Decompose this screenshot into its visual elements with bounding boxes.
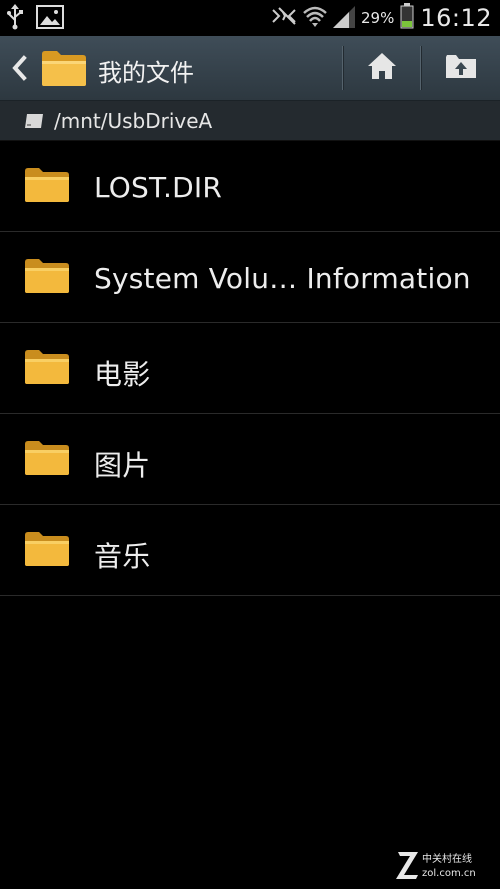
back-chevron-icon[interactable] xyxy=(8,54,32,82)
page-title: 我的文件 xyxy=(98,59,194,87)
breadcrumb: /mnt/UsbDriveA xyxy=(0,101,500,141)
image-notification-icon xyxy=(36,5,64,33)
wifi-icon xyxy=(303,4,327,32)
svg-text:中关村在线: 中关村在线 xyxy=(422,852,472,865)
list-item[interactable]: LOST.DIR xyxy=(0,141,500,232)
list-item[interactable]: 电影 xyxy=(0,323,500,414)
battery-icon xyxy=(400,3,414,33)
drive-icon xyxy=(24,113,44,129)
folder-icon xyxy=(24,531,70,567)
file-name: 电影 xyxy=(94,358,151,391)
file-name: System Volu… Information xyxy=(94,262,471,295)
file-list: LOST.DIR System Volu… Information 电影 图片 … xyxy=(0,141,500,596)
action-bar: 我的文件 xyxy=(0,36,500,101)
file-name: LOST.DIR xyxy=(94,171,222,204)
folder-icon xyxy=(24,258,70,294)
file-name: 图片 xyxy=(94,449,151,482)
battery-percent: 29% xyxy=(360,9,395,27)
up-folder-icon xyxy=(445,53,477,83)
folder-icon xyxy=(24,167,70,203)
home-icon xyxy=(367,52,397,84)
home-button[interactable] xyxy=(344,36,420,100)
nfc-icon xyxy=(271,6,297,30)
current-path: /mnt/UsbDriveA xyxy=(54,109,213,133)
clock: 16:12 xyxy=(420,4,492,32)
svg-text:zol.com.cn: zol.com.cn xyxy=(422,868,476,879)
usb-icon xyxy=(6,4,24,34)
list-item[interactable]: 图片 xyxy=(0,414,500,505)
watermark-logo: 中关村在线 zol.com.cn xyxy=(396,849,488,881)
status-bar: 29% 16:12 xyxy=(0,0,500,36)
list-item[interactable]: System Volu… Information xyxy=(0,232,500,323)
folder-icon xyxy=(24,440,70,476)
list-item[interactable]: 音乐 xyxy=(0,505,500,596)
file-name: 音乐 xyxy=(94,540,151,573)
signal-icon xyxy=(332,4,355,32)
up-folder-button[interactable] xyxy=(422,36,500,100)
folder-icon[interactable] xyxy=(40,48,88,88)
folder-icon xyxy=(24,349,70,385)
